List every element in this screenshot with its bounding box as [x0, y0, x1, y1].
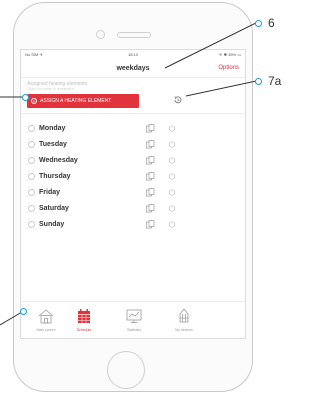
- callout-marker: [22, 94, 29, 101]
- callout-marker: [255, 20, 262, 27]
- callout-7a-label: 7a: [268, 74, 282, 88]
- callout-marker: [20, 308, 27, 315]
- callout-6-label: 6: [268, 16, 275, 30]
- callout-lines: [0, 22, 257, 326]
- callout-marker: [255, 78, 262, 85]
